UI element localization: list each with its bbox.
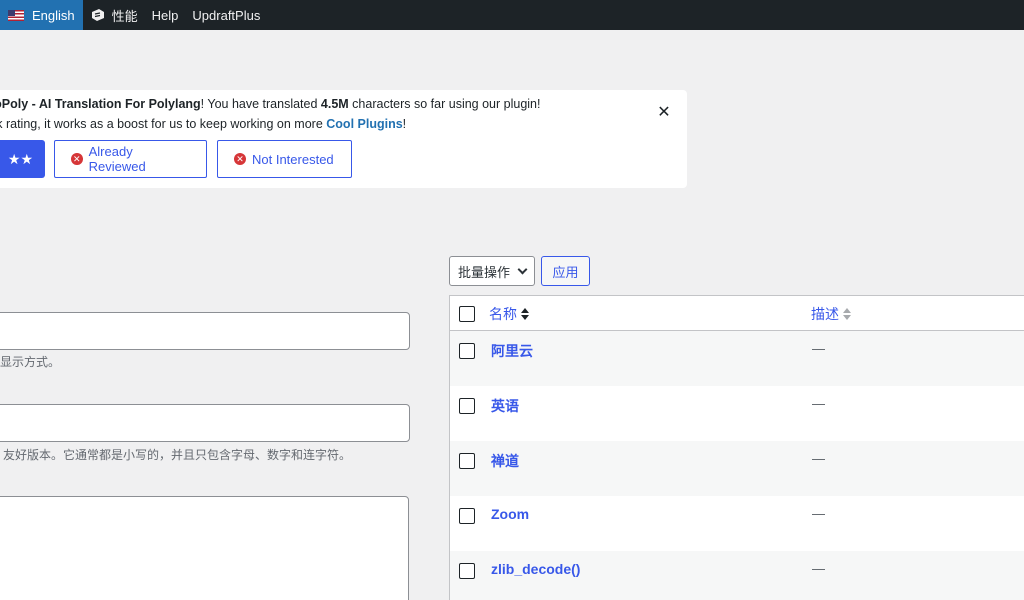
row-checkbox[interactable] bbox=[459, 508, 475, 524]
close-icon[interactable]: ✕ bbox=[656, 104, 672, 121]
admin-bar: English 性能 Help UpdraftPlus bbox=[0, 0, 1024, 30]
term-name-link[interactable]: Zoom bbox=[491, 506, 529, 522]
updraftplus-menu[interactable]: UpdraftPlus bbox=[185, 0, 267, 30]
bulk-actions-select[interactable]: 批量操作 bbox=[449, 256, 535, 286]
term-name-link[interactable]: 阿里云 bbox=[491, 341, 533, 361]
term-description: — bbox=[812, 506, 825, 521]
term-name-link[interactable]: zlib_decode() bbox=[491, 561, 580, 577]
column-description-label: 描述 bbox=[811, 306, 839, 322]
close-circle-icon: ✕ bbox=[234, 153, 246, 165]
notice-text: ck rating, it works as a boost for us to… bbox=[0, 117, 327, 131]
performance-menu[interactable]: 性能 bbox=[83, 0, 145, 30]
notice-text: characters so far using our plugin! bbox=[348, 97, 541, 111]
not-interested-label: Not Interested bbox=[252, 151, 334, 167]
not-interested-button[interactable]: ✕ Not Interested bbox=[217, 140, 352, 178]
close-circle-icon: ✕ bbox=[71, 153, 83, 165]
translated-count: 4.5M bbox=[320, 97, 349, 111]
slug-description: 友好版本。它通常都是小写的，并且只包含字母、数字和连字符。 bbox=[3, 448, 352, 462]
table-header: 名称 描述 bbox=[450, 296, 1024, 331]
apply-button[interactable]: 应用 bbox=[541, 256, 590, 286]
bulk-actions-value: 批量操作 bbox=[458, 264, 511, 280]
table-row: 阿里云 — bbox=[450, 331, 1024, 386]
stars-icon: ★★ bbox=[7, 150, 33, 167]
term-description: — bbox=[812, 396, 825, 411]
term-name-link[interactable]: 英语 bbox=[491, 396, 519, 416]
language-switcher[interactable]: English bbox=[0, 0, 83, 30]
table-row: zlib_decode() — bbox=[450, 551, 1024, 600]
sort-icon bbox=[843, 308, 851, 320]
help-label: Help bbox=[151, 7, 179, 23]
cool-plugins-link[interactable]: Cool Plugins bbox=[326, 117, 402, 131]
row-checkbox[interactable] bbox=[459, 398, 475, 414]
notice-line-1: toPoly - AI Translation For Polylang! Yo… bbox=[0, 97, 540, 111]
already-reviewed-label: Already Reviewed bbox=[88, 144, 146, 174]
table-row: Zoom — bbox=[450, 496, 1024, 551]
name-input[interactable] bbox=[0, 312, 410, 350]
column-name-header[interactable]: 名称 bbox=[489, 304, 529, 324]
plugin-name: toPoly - AI Translation For Polylang bbox=[0, 97, 201, 111]
already-reviewed-button[interactable]: ✕ Already Reviewed bbox=[54, 140, 207, 178]
row-checkbox[interactable] bbox=[459, 563, 475, 579]
column-description-header[interactable]: 描述 bbox=[811, 304, 851, 324]
description-textarea[interactable] bbox=[0, 496, 409, 600]
updraftplus-label: UpdraftPlus bbox=[192, 7, 261, 23]
sort-icon bbox=[521, 308, 529, 320]
term-description: — bbox=[812, 561, 825, 576]
term-name-link[interactable]: 禅道 bbox=[491, 451, 519, 471]
rate-button[interactable]: ★★ bbox=[0, 140, 45, 178]
table-row: 英语 — bbox=[450, 386, 1024, 441]
language-label: English bbox=[32, 7, 75, 23]
notice-text: ! You have translated bbox=[200, 97, 321, 111]
row-checkbox[interactable] bbox=[459, 453, 475, 469]
slug-input[interactable] bbox=[0, 404, 410, 442]
term-description: — bbox=[812, 341, 825, 356]
help-menu[interactable]: Help bbox=[145, 0, 186, 30]
name-description: 显示方式。 bbox=[0, 355, 61, 369]
select-all-checkbox[interactable] bbox=[459, 306, 475, 322]
term-description: — bbox=[812, 451, 825, 466]
table-row: 禅道 — bbox=[450, 441, 1024, 496]
performance-label: 性能 bbox=[111, 8, 138, 24]
us-flag-icon bbox=[8, 9, 24, 21]
performance-icon bbox=[91, 9, 104, 21]
notice-line-2: ck rating, it works as a boost for us to… bbox=[0, 117, 406, 131]
column-name-label: 名称 bbox=[489, 306, 517, 322]
chevron-down-icon bbox=[517, 264, 528, 275]
row-checkbox[interactable] bbox=[459, 343, 475, 359]
notice-text: ! bbox=[402, 117, 407, 131]
review-notice: toPoly - AI Translation For Polylang! Yo… bbox=[0, 90, 687, 188]
terms-table: 名称 描述 阿里云 — 英语 — 禅道 — Zoom — zlib_decode… bbox=[449, 295, 1024, 600]
